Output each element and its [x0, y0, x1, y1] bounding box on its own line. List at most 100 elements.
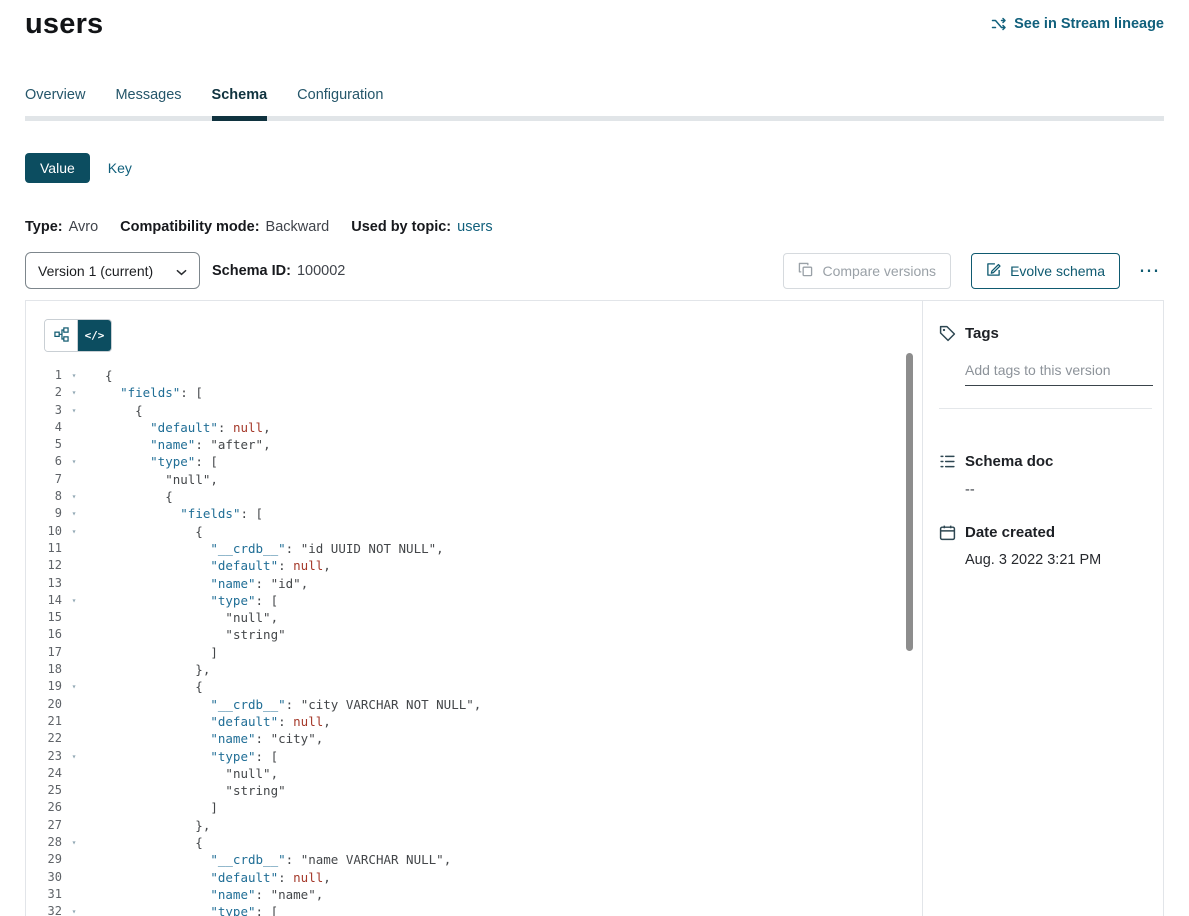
code-text: {: [86, 678, 203, 695]
date-created-value: Aug. 3 2022 3:21 PM: [965, 552, 1151, 568]
version-select-value: Version 1 (current): [38, 263, 153, 279]
code-line: 32▾ "type": [: [26, 903, 922, 916]
tree-view-button[interactable]: [45, 320, 78, 351]
code-line: 31 "name": "name",: [26, 886, 922, 903]
code-line: 13 "name": "id",: [26, 575, 922, 592]
scrollbar-thumb[interactable]: [906, 353, 913, 651]
value-toggle-button[interactable]: Value: [25, 153, 90, 183]
value-key-toggle: Value Key: [25, 153, 1164, 183]
key-toggle-button[interactable]: Key: [104, 153, 136, 183]
code-lines: 1▾{2▾ "fields": [3▾ {4 "default": null,5…: [26, 367, 922, 916]
code-line: 19▾ {: [26, 678, 922, 695]
code-text: },: [86, 661, 210, 678]
line-number: 19: [26, 678, 62, 695]
schema-doc-title: Schema doc: [965, 453, 1053, 470]
fold-spacer: [62, 869, 86, 886]
code-text: ]: [86, 644, 218, 661]
topic-label: Used by topic:: [351, 219, 451, 235]
code-text: {: [86, 834, 203, 851]
code-text: "name": "id",: [86, 575, 308, 592]
line-number: 31: [26, 886, 62, 903]
fold-toggle-icon[interactable]: ▾: [62, 748, 86, 765]
code-text: ]: [86, 799, 218, 816]
code-line: 28▾ {: [26, 834, 922, 851]
code-line: 14▾ "type": [: [26, 592, 922, 609]
fold-toggle-icon[interactable]: ▾: [62, 488, 86, 505]
code-text: "null",: [86, 609, 278, 626]
fold-toggle-icon[interactable]: ▾: [62, 367, 86, 384]
type-label: Type:: [25, 219, 63, 235]
code-line: 23▾ "type": [: [26, 748, 922, 765]
fold-spacer: [62, 609, 86, 626]
code-view-button[interactable]: </>: [78, 320, 111, 351]
schema-doc-header: Schema doc: [939, 453, 1151, 470]
code-text: "type": [: [86, 903, 278, 916]
tab-configuration[interactable]: Configuration: [297, 87, 383, 121]
fold-spacer: [62, 817, 86, 834]
fold-toggle-icon[interactable]: ▾: [62, 505, 86, 522]
code-line: 22 "name": "city",: [26, 730, 922, 747]
fold-spacer: [62, 886, 86, 903]
code-line: 24 "null",: [26, 765, 922, 782]
compatibility-label: Compatibility mode:: [120, 219, 259, 235]
fold-spacer: [62, 696, 86, 713]
schema-id-value: 100002: [297, 263, 345, 279]
code-line: 11 "__crdb__": "id UUID NOT NULL",: [26, 540, 922, 557]
fold-toggle-icon[interactable]: ▾: [62, 402, 86, 419]
tree-view-icon: [54, 327, 69, 345]
editor-scrollbar[interactable]: [906, 353, 913, 912]
tab-bar: Overview Messages Schema Configuration: [25, 87, 1164, 121]
topic-link[interactable]: users: [457, 219, 492, 235]
fold-spacer: [62, 575, 86, 592]
line-number: 5: [26, 436, 62, 453]
more-options-button[interactable]: ⋯: [1134, 253, 1164, 289]
date-created-header: Date created: [939, 524, 1151, 541]
tags-input[interactable]: [965, 358, 1153, 386]
line-number: 7: [26, 471, 62, 488]
fold-toggle-icon[interactable]: ▾: [62, 834, 86, 851]
code-line: 20 "__crdb__": "city VARCHAR NOT NULL",: [26, 696, 922, 713]
fold-toggle-icon[interactable]: ▾: [62, 523, 86, 540]
evolve-schema-button[interactable]: Evolve schema: [971, 253, 1120, 289]
line-number: 15: [26, 609, 62, 626]
fold-toggle-icon[interactable]: ▾: [62, 678, 86, 695]
stream-lineage-icon: [991, 16, 1007, 32]
page-header: users See in Stream lineage: [25, 0, 1164, 41]
fold-spacer: [62, 799, 86, 816]
code-text: "default": null,: [86, 557, 331, 574]
version-select[interactable]: Version 1 (current): [25, 252, 200, 289]
line-number: 26: [26, 799, 62, 816]
line-number: 32: [26, 903, 62, 916]
tags-title: Tags: [965, 325, 999, 342]
line-number: 11: [26, 540, 62, 557]
tags-section: Tags: [939, 325, 1151, 409]
code-line: 30 "default": null,: [26, 869, 922, 886]
line-number: 1: [26, 367, 62, 384]
stream-lineage-label: See in Stream lineage: [1014, 16, 1164, 32]
tab-messages[interactable]: Messages: [115, 87, 181, 121]
code-text: "__crdb__": "city VARCHAR NOT NULL",: [86, 696, 481, 713]
schema-editor: </> 1▾{2▾ "fields": [3▾ {4 "default": nu…: [26, 301, 922, 916]
tab-schema[interactable]: Schema: [212, 87, 268, 121]
line-number: 21: [26, 713, 62, 730]
tab-overview[interactable]: Overview: [25, 87, 85, 121]
fold-spacer: [62, 782, 86, 799]
compare-versions-button[interactable]: Compare versions: [783, 253, 951, 289]
fold-toggle-icon[interactable]: ▾: [62, 903, 86, 916]
line-number: 28: [26, 834, 62, 851]
fold-toggle-icon[interactable]: ▾: [62, 384, 86, 401]
code-text: "__crdb__": "name VARCHAR NULL",: [86, 851, 451, 868]
type-value: Avro: [69, 219, 99, 235]
tags-header: Tags: [939, 325, 1151, 342]
code-line: 25 "string": [26, 782, 922, 799]
fold-spacer: [62, 765, 86, 782]
compare-icon: [798, 262, 813, 280]
fold-toggle-icon[interactable]: ▾: [62, 453, 86, 470]
fold-toggle-icon[interactable]: ▾: [62, 592, 86, 609]
code-text: "null",: [86, 471, 218, 488]
code-line: 26 ]: [26, 799, 922, 816]
line-number: 10: [26, 523, 62, 540]
line-number: 6: [26, 453, 62, 470]
code-text: "type": [: [86, 748, 278, 765]
stream-lineage-link[interactable]: See in Stream lineage: [991, 16, 1164, 32]
